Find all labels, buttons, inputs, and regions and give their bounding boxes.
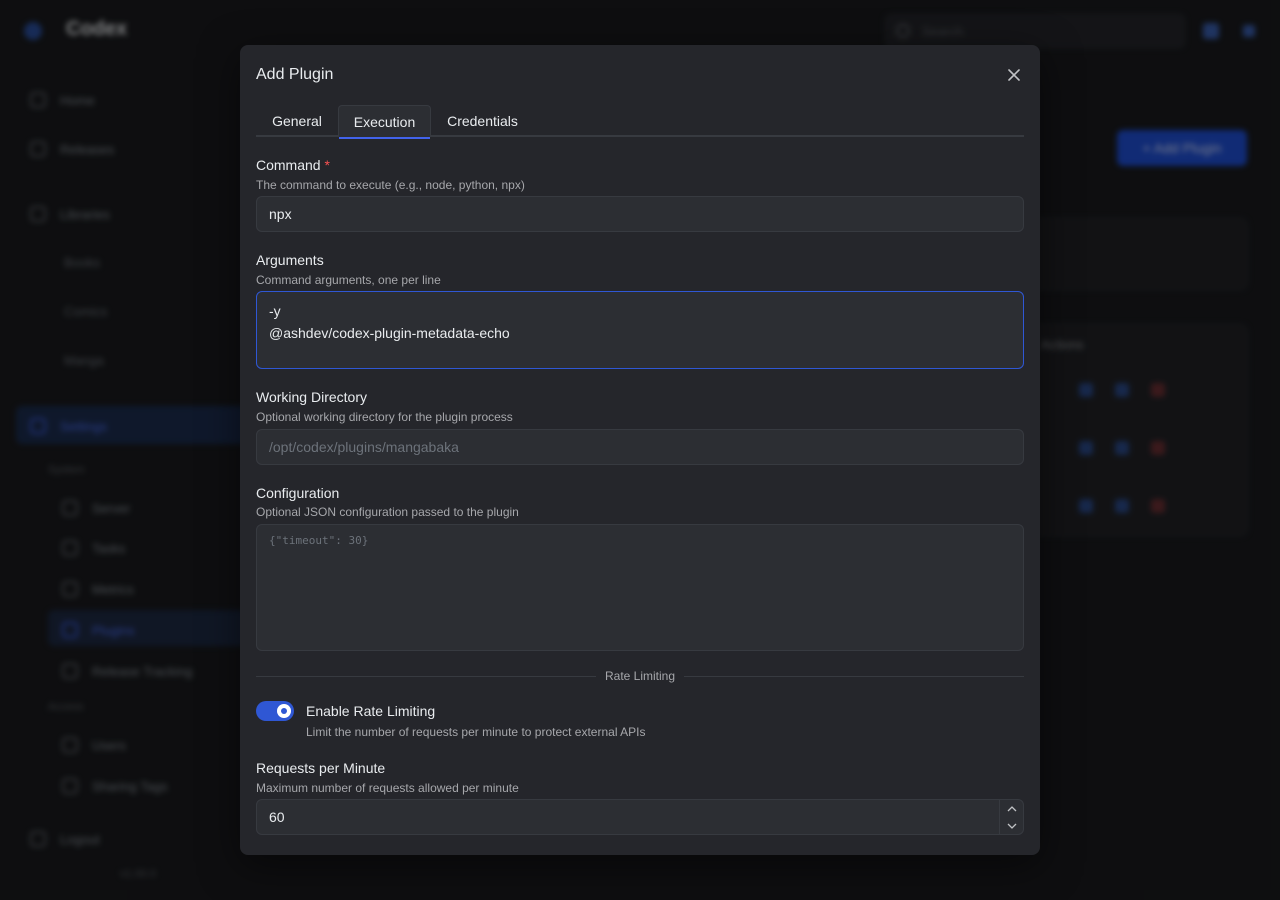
rate-limiting-label: Rate Limiting (604, 669, 676, 683)
command-input[interactable] (256, 196, 1024, 232)
modal-tabs: General Execution Credentials (256, 105, 1024, 139)
toggle-knob (277, 704, 291, 718)
rate-limiting-divider: Rate Limiting (256, 668, 1024, 684)
required-mark: * (324, 157, 330, 173)
add-plugin-modal: Add Plugin General Execution Credentials… (240, 45, 1040, 855)
close-icon (1008, 69, 1020, 81)
rate-limiting-toggle-description: Limit the number of requests per minute … (306, 725, 646, 739)
quantity-stepper (999, 800, 1023, 834)
chevron-up-icon (1007, 805, 1016, 811)
rate-limiting-toggle[interactable] (256, 701, 294, 721)
requests-per-minute-label: Requests per Minute (256, 760, 386, 776)
working-directory-input[interactable] (256, 429, 1024, 465)
arguments-description: Command arguments, one per line (256, 273, 441, 287)
decrement-button[interactable] (1000, 817, 1023, 834)
command-description: The command to execute (e.g., node, pyth… (256, 178, 525, 192)
arguments-textarea[interactable] (256, 291, 1024, 369)
increment-button[interactable] (1000, 800, 1023, 817)
divider-line (256, 675, 596, 677)
command-label: Command * (256, 157, 330, 173)
close-button[interactable] (1002, 63, 1026, 87)
rate-limiting-toggle-label: Enable Rate Limiting (306, 703, 436, 719)
requests-per-minute-input[interactable] (256, 799, 1024, 835)
configuration-description: Optional JSON configuration passed to th… (256, 505, 519, 519)
command-label-text: Command (256, 157, 321, 173)
tab-general[interactable]: General (256, 105, 338, 137)
configuration-textarea[interactable] (256, 524, 1024, 651)
tab-credentials[interactable]: Credentials (431, 105, 534, 137)
chevron-down-icon (1007, 823, 1016, 829)
working-directory-description: Optional working directory for the plugi… (256, 410, 513, 424)
arguments-label: Arguments (256, 252, 324, 268)
working-directory-label: Working Directory (256, 389, 367, 405)
modal-title: Add Plugin (256, 66, 334, 83)
tab-execution[interactable]: Execution (338, 105, 431, 139)
divider-line (684, 675, 1024, 677)
configuration-label: Configuration (256, 485, 340, 501)
requests-per-minute-description: Maximum number of requests allowed per m… (256, 781, 519, 795)
